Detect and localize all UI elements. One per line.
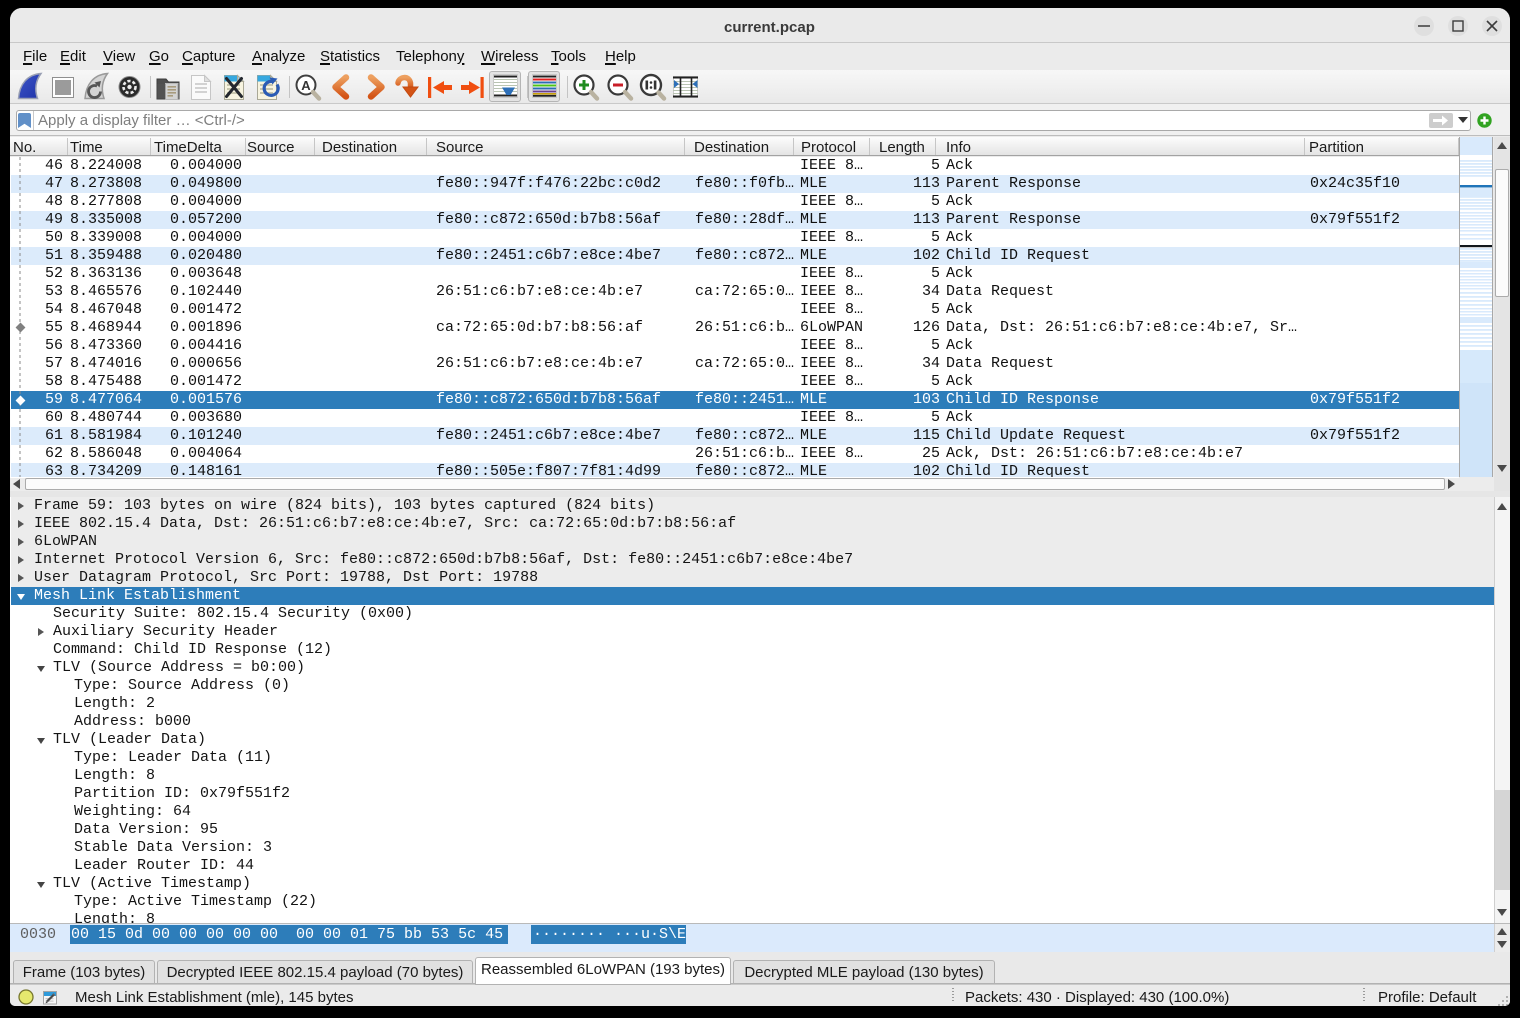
svg-text:A: A <box>301 78 311 93</box>
